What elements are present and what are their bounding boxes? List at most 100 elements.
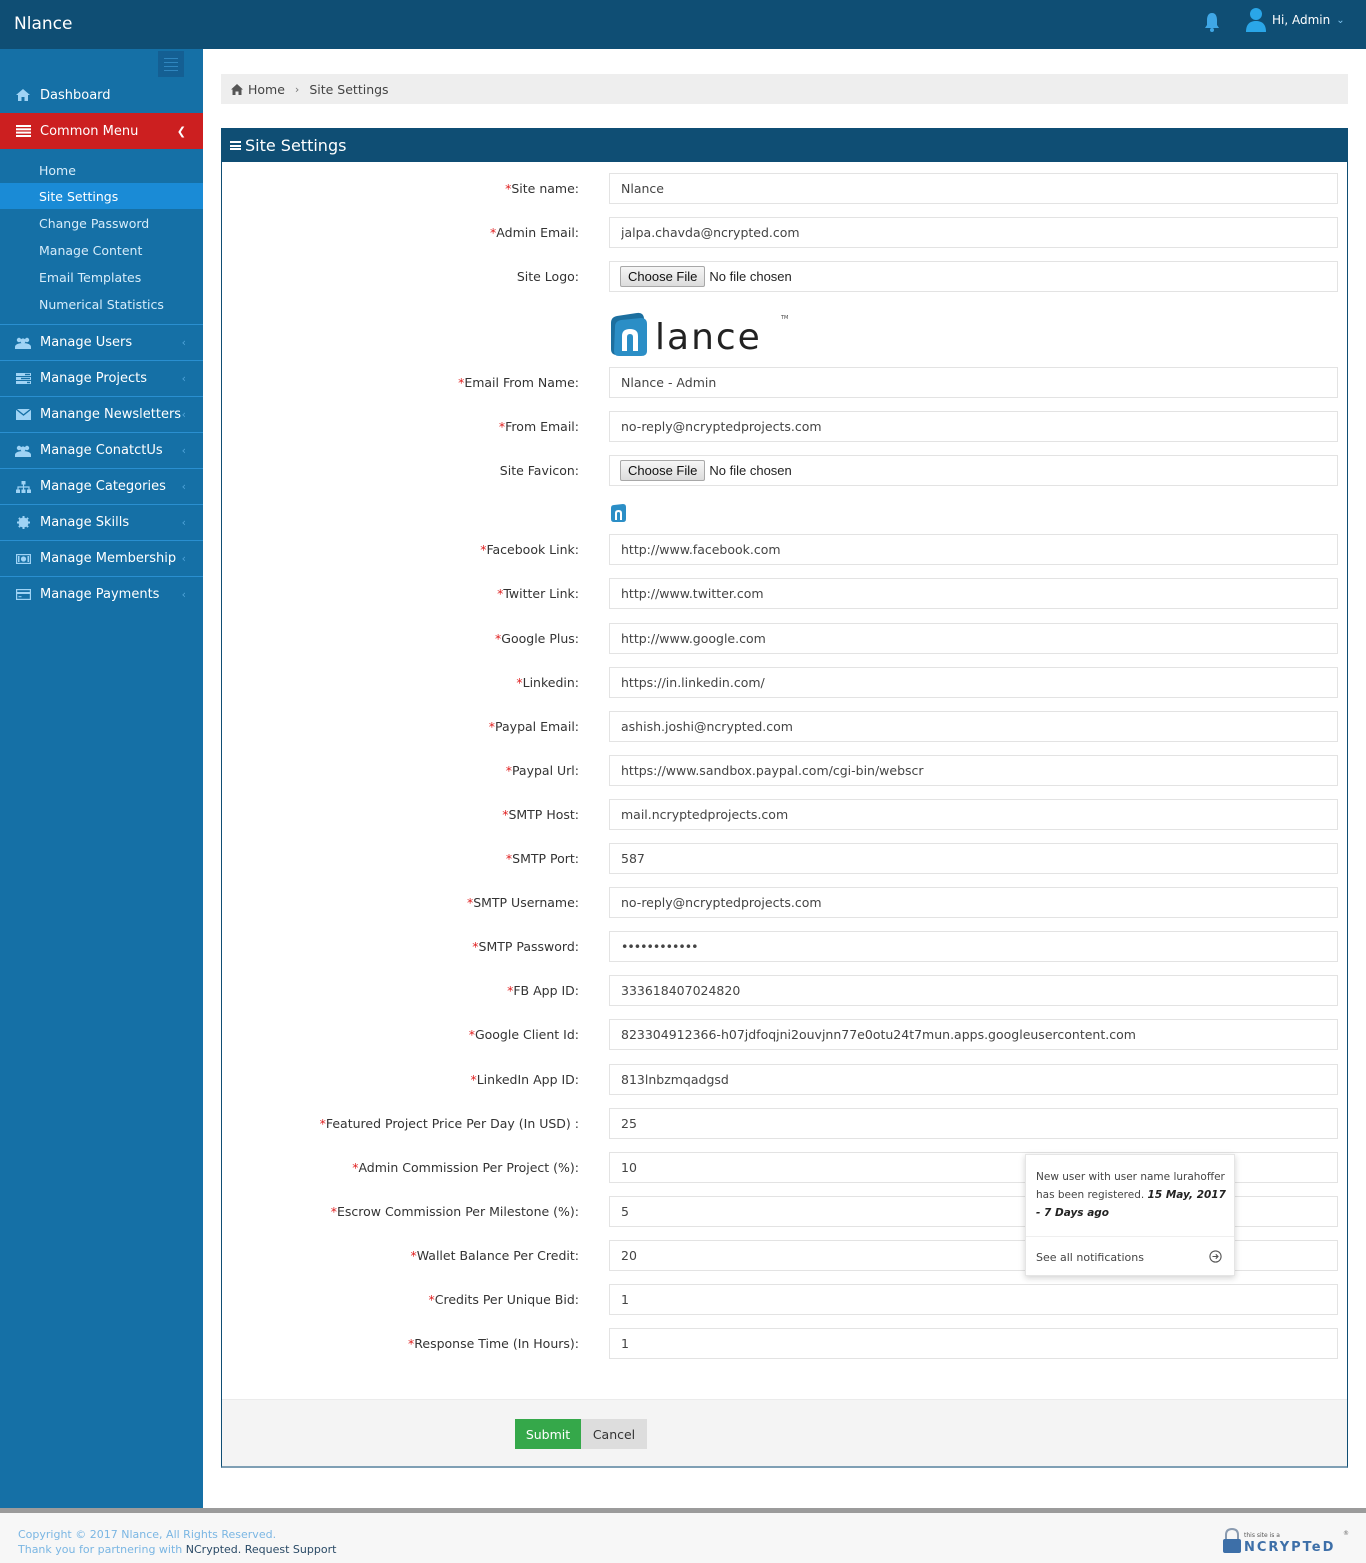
form-row-from-email: *From Email: bbox=[222, 411, 1347, 443]
chevron-left-icon: ‹ bbox=[181, 480, 186, 493]
sidebar-item-manage-users[interactable]: Manage Users ‹ bbox=[0, 324, 203, 360]
notification-item[interactable]: New user with user name lurahoffer has b… bbox=[1036, 1168, 1231, 1222]
site-favicon-file-input[interactable]: Choose File No file chosen bbox=[609, 455, 1338, 486]
field-label: *SMTP Username: bbox=[467, 895, 579, 910]
submit-button[interactable]: Submit bbox=[515, 1419, 581, 1449]
site-logo-file-input[interactable]: Choose File No file chosen bbox=[609, 261, 1338, 292]
form-row-response-time-in-hours: *Response Time (In Hours): bbox=[222, 1328, 1347, 1360]
form-row-google-client-id: *Google Client Id: bbox=[222, 1019, 1347, 1051]
sidebar-subitem-email-templates[interactable]: Email Templates bbox=[0, 264, 203, 290]
sidebar-item-manage-categories[interactable]: Manage Categories ‹ bbox=[0, 468, 203, 504]
sidebar-subitem-change-password[interactable]: Change Password bbox=[0, 210, 203, 236]
field-label: *SMTP Port: bbox=[506, 851, 579, 866]
admin-email-input[interactable] bbox=[609, 217, 1338, 248]
choose-file-button[interactable]: Choose File bbox=[620, 460, 706, 481]
field-label-text: Response Time (In Hours): bbox=[414, 1336, 579, 1351]
paypal-url-input[interactable] bbox=[609, 755, 1338, 786]
field-label-text: Admin Email: bbox=[496, 225, 579, 240]
sidebar-item-label: Manage Users bbox=[40, 335, 133, 350]
sidebar-item-label: Manage Membership bbox=[40, 551, 177, 566]
form-row-admin-email: *Admin Email: bbox=[222, 217, 1347, 249]
field-label: *Linkedin: bbox=[516, 675, 579, 690]
request-support-link[interactable]: Request Support bbox=[241, 1543, 337, 1556]
form-actions: Submit Cancel bbox=[222, 1399, 1347, 1466]
chevron-left-icon: ‹ bbox=[181, 336, 186, 349]
field-label-text: LinkedIn App ID: bbox=[476, 1072, 579, 1087]
smtp-username-input[interactable] bbox=[609, 887, 1338, 918]
form-row-featured-project-price-per-day-in-usd: *Featured Project Price Per Day (In USD)… bbox=[222, 1108, 1347, 1140]
sidebar-subitem-home[interactable]: Home bbox=[0, 157, 203, 183]
email-from-name-input[interactable] bbox=[609, 367, 1338, 398]
featured-project-price-per-day-in-usd-input[interactable] bbox=[609, 1108, 1338, 1139]
choose-file-button[interactable]: Choose File bbox=[620, 266, 706, 287]
paypal-email-input[interactable] bbox=[609, 711, 1338, 742]
field-label-text: FB App ID: bbox=[513, 983, 579, 998]
cancel-button[interactable]: Cancel bbox=[581, 1419, 647, 1449]
field-label: *SMTP Password: bbox=[472, 939, 579, 954]
top-navbar: Nlance Hi, Admin ⌄ bbox=[0, 0, 1366, 49]
ncrypted-badge[interactable]: this site is a NCRYPTeD ® bbox=[1222, 1527, 1350, 1555]
breadcrumb-current: Site Settings bbox=[309, 81, 389, 97]
sidebar-item-label: Manage Payments bbox=[40, 587, 160, 602]
field-label-text: Site Logo: bbox=[516, 269, 579, 284]
field-label-text: Paypal Email: bbox=[495, 719, 579, 734]
chevron-left-icon: ‹ bbox=[181, 552, 186, 565]
field-label: *Paypal Url: bbox=[506, 763, 579, 778]
sidebar-toggle-button[interactable] bbox=[158, 51, 184, 77]
users-icon bbox=[15, 336, 31, 350]
brand-logo-text[interactable]: Nlance bbox=[14, 14, 72, 34]
sidebar: Dashboard Common Menu ❮ Home Site Settin… bbox=[0, 49, 203, 1508]
breadcrumb-separator-icon: › bbox=[294, 82, 300, 96]
linkedin-app-id-input[interactable] bbox=[609, 1064, 1338, 1095]
sidebar-item-manage-membership[interactable]: Manage Membership ‹ bbox=[0, 540, 203, 576]
sidebar-item-manage-projects[interactable]: Manage Projects ‹ bbox=[0, 360, 203, 396]
fb-app-id-input[interactable] bbox=[609, 975, 1338, 1006]
credits-per-unique-bid-input[interactable] bbox=[609, 1284, 1338, 1315]
sidebar-item-manage-payments[interactable]: Manage Payments ‹ bbox=[0, 576, 203, 612]
field-label: *Response Time (In Hours): bbox=[408, 1336, 579, 1351]
bell-icon[interactable] bbox=[1203, 12, 1221, 32]
response-time-in-hours-input[interactable] bbox=[609, 1328, 1338, 1359]
field-label: *Escrow Commission Per Milestone (%): bbox=[331, 1204, 579, 1219]
google-client-id-input[interactable] bbox=[609, 1019, 1338, 1050]
field-label-text: Credits Per Unique Bid: bbox=[434, 1292, 579, 1307]
notification-dropdown: New user with user name lurahoffer has b… bbox=[1025, 1154, 1235, 1276]
breadcrumb-home-link[interactable]: Home bbox=[248, 82, 285, 97]
google-plus-input[interactable] bbox=[609, 623, 1338, 654]
form-row-credits-per-unique-bid: *Credits Per Unique Bid: bbox=[222, 1284, 1347, 1316]
sidebar-item-dashboard[interactable]: Dashboard bbox=[0, 77, 203, 113]
arrow-circle-right-icon[interactable] bbox=[1209, 1250, 1222, 1263]
sidebar-item-manage-newsletters[interactable]: Manange Newsletters ‹ bbox=[0, 396, 203, 432]
form-row-linkedin: *Linkedin: bbox=[222, 667, 1347, 699]
sidebar-item-common-menu[interactable]: Common Menu ❮ bbox=[0, 113, 203, 149]
facebook-link-input[interactable] bbox=[609, 534, 1338, 565]
field-label: Site Favicon: bbox=[500, 463, 579, 478]
sidebar-subitem-numerical-statistics[interactable]: Numerical Statistics bbox=[0, 291, 203, 317]
svg-text:TM: TM bbox=[780, 315, 788, 321]
tasks-icon bbox=[15, 372, 31, 386]
twitter-link-input[interactable] bbox=[609, 578, 1338, 609]
site-name-input[interactable] bbox=[609, 173, 1338, 204]
smtp-password-input[interactable] bbox=[609, 931, 1338, 962]
field-label-text: SMTP Password: bbox=[478, 939, 579, 954]
chevron-down-icon: ⌄ bbox=[1336, 14, 1345, 26]
ncrypted-link[interactable]: NCrypted. bbox=[186, 1543, 241, 1556]
sidebar-item-label: Dashboard bbox=[40, 87, 111, 103]
field-label: *Featured Project Price Per Day (In USD)… bbox=[320, 1116, 579, 1131]
sidebar-item-manage-skills[interactable]: Manage Skills ‹ bbox=[0, 504, 203, 540]
field-label-text: Linkedin: bbox=[522, 675, 579, 690]
sidebar-subitem-manage-content[interactable]: Manage Content bbox=[0, 237, 203, 263]
sidebar-subitem-site-settings[interactable]: Site Settings bbox=[0, 183, 203, 209]
list-icon bbox=[15, 124, 31, 138]
smtp-port-input[interactable] bbox=[609, 843, 1338, 874]
smtp-host-input[interactable] bbox=[609, 799, 1338, 830]
sidebar-item-manage-contactus[interactable]: Manage ConatctUs ‹ bbox=[0, 432, 203, 468]
chevron-left-icon: ❮ bbox=[176, 124, 186, 138]
linkedin-input[interactable] bbox=[609, 667, 1338, 698]
copyright-text: Copyright © 2017 Nlance, All Rights Rese… bbox=[18, 1528, 277, 1541]
from-email-input[interactable] bbox=[609, 411, 1338, 442]
gear-icon bbox=[15, 516, 31, 530]
user-menu[interactable]: Hi, Admin ⌄ bbox=[1245, 6, 1345, 34]
field-label: *SMTP Host: bbox=[502, 807, 579, 822]
see-all-notifications-link[interactable]: See all notifications bbox=[1036, 1251, 1144, 1264]
